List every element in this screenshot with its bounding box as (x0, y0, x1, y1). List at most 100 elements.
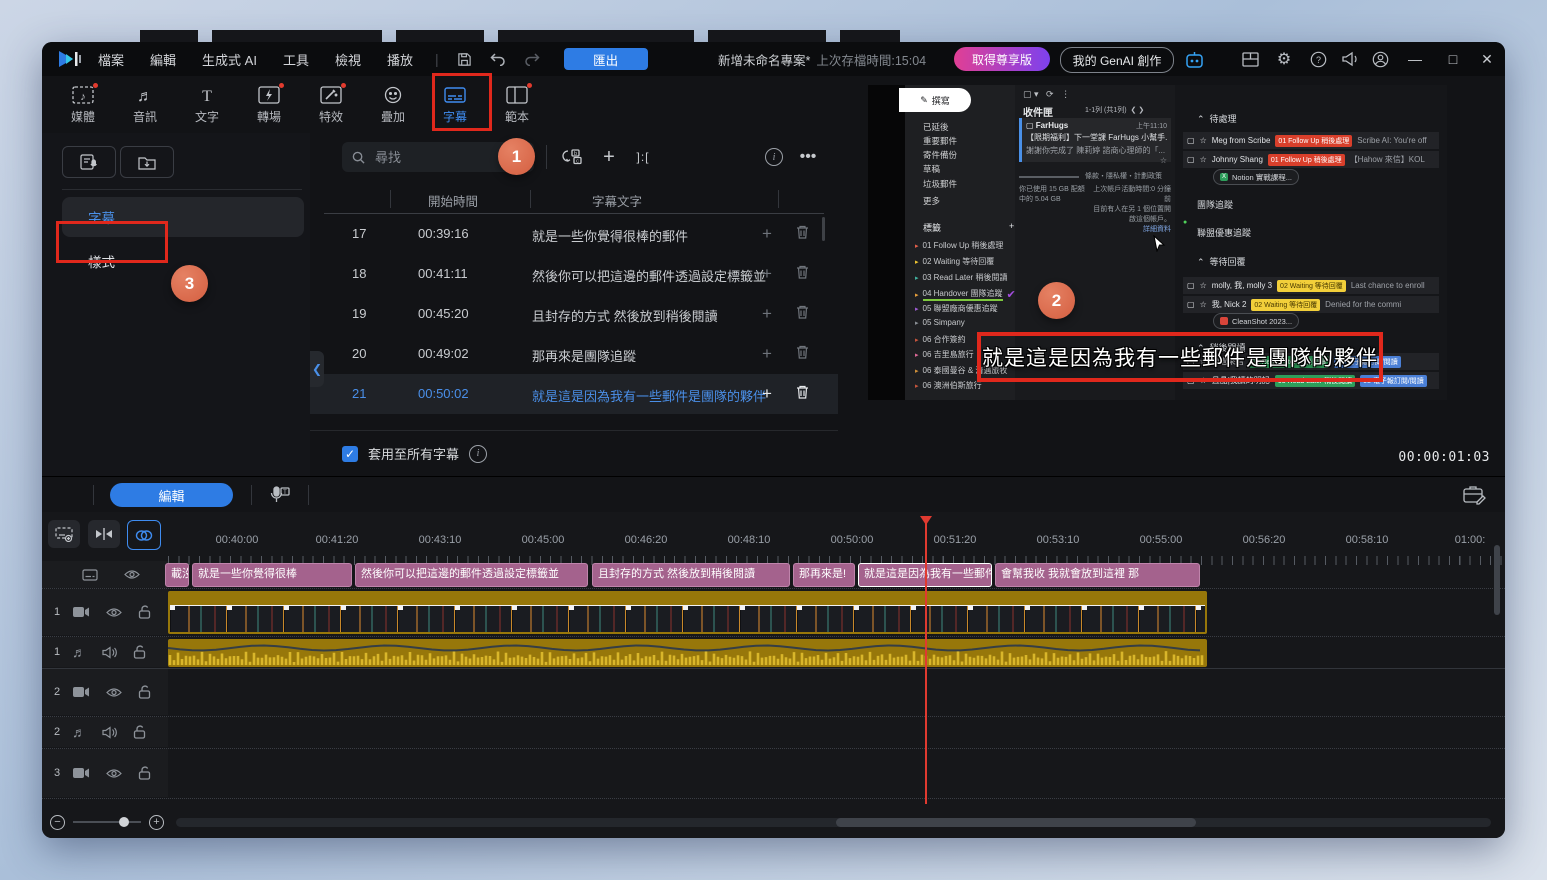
unlock-icon[interactable] (138, 605, 151, 619)
translate-convert-icon[interactable]: bc (558, 142, 586, 172)
subtitle-clip[interactable]: 且封存的方式 然後放到稍後閱讀 (592, 563, 790, 587)
add-row-icon[interactable]: + (762, 304, 772, 324)
project-status: 新增未命名專案* 上次存檔時間:15:04 (718, 42, 926, 76)
audio-clip[interactable] (168, 639, 1207, 667)
speech-to-text-button[interactable] (62, 146, 116, 178)
subtitle-clip[interactable]: 然後你可以把這邊的郵件透過設定標籤並 (355, 563, 588, 587)
tab-text[interactable]: T 文字 (176, 86, 238, 125)
menu-view[interactable]: 檢視 (335, 50, 361, 69)
step-badge-3: 3 (171, 265, 208, 302)
visibility-eye-icon[interactable] (106, 768, 122, 779)
save-icon[interactable] (457, 52, 472, 67)
time-ruler[interactable]: 00:40:00 00:41:20 00:43:10 00:45:00 00:4… (168, 520, 1505, 560)
subtitle-row-18[interactable]: 18 00:41:11 然後你可以把這邊的郵件透過設定標籤並 + (310, 254, 838, 294)
account-icon[interactable] (1370, 49, 1390, 69)
add-row-icon[interactable]: + (762, 344, 772, 364)
section-team: 團隊追蹤 (1197, 198, 1233, 211)
scrollbar-thumb[interactable] (836, 818, 1196, 827)
delete-row-icon[interactable] (796, 305, 809, 319)
trim-icon[interactable] (88, 520, 120, 548)
project-name: 新增未命名專案* (718, 50, 810, 69)
info-icon[interactable]: i (762, 142, 786, 172)
my-genai-button[interactable]: 我的 GenAI 創作 (1060, 47, 1174, 73)
add-row-icon[interactable]: + (762, 264, 772, 284)
timeline-horizontal-scrollbar[interactable] (176, 818, 1491, 827)
audio-track-2-header[interactable]: 2 ♬ (42, 717, 168, 747)
video-clip[interactable] (168, 591, 1207, 634)
zoom-slider-thumb[interactable] (119, 817, 129, 827)
visibility-eye-icon[interactable] (106, 607, 122, 618)
menu-file[interactable]: 檔案 (98, 50, 124, 69)
tab-effects[interactable]: 特效 (300, 86, 362, 125)
menu-edit[interactable]: 編輯 (150, 50, 176, 69)
subtitle-clip[interactable]: 載沒: (165, 563, 189, 587)
audio-track-1-header[interactable]: 1 ♬ (42, 637, 168, 667)
delete-row-icon[interactable] (796, 345, 809, 359)
video-track-1-header[interactable]: 1 (42, 589, 168, 635)
unlock-icon[interactable] (138, 685, 151, 699)
menu-genai[interactable]: 生成式 AI (202, 50, 257, 69)
speaker-icon[interactable] (102, 726, 118, 739)
link-clips-icon[interactable] (127, 520, 161, 550)
playhead[interactable] (925, 516, 927, 804)
help-icon[interactable]: ? (1308, 49, 1328, 69)
layout-icon[interactable] (1240, 49, 1260, 69)
zoom-in-button[interactable]: + (149, 815, 164, 830)
zoom-slider[interactable] (73, 821, 141, 823)
unlock-icon[interactable] (138, 766, 151, 780)
unlock-icon[interactable] (133, 645, 146, 659)
delete-row-icon[interactable] (796, 265, 809, 279)
tab-audio[interactable]: ♬ 音訊 (114, 86, 176, 125)
collapse-panel-handle[interactable]: ❮ (310, 351, 324, 387)
subtitle-track-header[interactable] (42, 561, 168, 588)
timeline-vertical-scrollbar[interactable] (1494, 545, 1500, 615)
tab-templates[interactable]: 範本 (486, 86, 548, 125)
settings-gear-icon[interactable]: ⚙ (1274, 49, 1294, 69)
more-options-icon[interactable]: ••• (794, 142, 822, 172)
subtitle-row-20[interactable]: 20 00:49:02 那再來是團隊追蹤 + (310, 334, 838, 374)
info-icon[interactable]: i (469, 445, 487, 463)
subtitle-row-17[interactable]: 17 00:39:16 就是一些你覺得很棒的郵件 + (310, 214, 838, 254)
tab-transition[interactable]: 轉場 (238, 86, 300, 125)
visibility-eye-icon[interactable] (124, 569, 140, 580)
svg-text:♪: ♪ (80, 91, 86, 103)
close-button[interactable]: ✕ (1472, 42, 1502, 76)
templates-icon (506, 86, 528, 104)
apply-all-checkbox[interactable]: ✓ (342, 446, 358, 462)
announcement-icon[interactable] (1340, 49, 1360, 69)
menu-tools[interactable]: 工具 (283, 50, 309, 69)
export-button[interactable]: 匯出 (564, 48, 648, 70)
video-track-3-header[interactable]: 3 (42, 749, 168, 797)
redo-icon[interactable] (524, 52, 540, 66)
subtitle-clip[interactable]: 就是一些你覺得很棒 (192, 563, 352, 587)
add-subtitle-icon[interactable]: + (596, 142, 622, 172)
subtitle-row-21-selected[interactable]: 21 00:50:02 就是這是因為我有一些郵件是團隊的夥伴 + (310, 374, 838, 414)
delete-row-icon[interactable] (796, 225, 809, 239)
gmail-count: 1-1列 (共1列) ❮ ❯ (1085, 105, 1144, 115)
batch-edit-toolbox-icon[interactable] (1463, 484, 1487, 505)
tab-overlay[interactable]: 疊加 (362, 86, 424, 125)
video-track-2-header[interactable]: 2 (42, 669, 168, 715)
edit-tab-button[interactable]: 編輯 (110, 483, 233, 507)
tab-media[interactable]: ♪ 媒體 (52, 86, 114, 125)
maximize-button[interactable]: □ (1438, 42, 1468, 76)
zoom-out-button[interactable]: − (50, 815, 65, 830)
speaker-icon[interactable] (102, 646, 118, 659)
add-row-icon[interactable]: + (762, 224, 772, 244)
merge-split-icon[interactable]: ]:[ (628, 142, 658, 172)
subtitle-clip[interactable]: 那再來是! (793, 563, 855, 587)
subtitle-clip[interactable]: 會幫我收 我就會放到這裡 那 (995, 563, 1200, 587)
get-premium-button[interactable]: 取得尊享版 (954, 47, 1050, 71)
delete-row-icon[interactable] (796, 385, 809, 399)
manage-tracks-icon[interactable] (48, 520, 80, 548)
import-subtitle-button[interactable] (120, 146, 174, 178)
visibility-eye-icon[interactable] (106, 687, 122, 698)
undo-icon[interactable] (490, 52, 506, 66)
voice-to-text-icon[interactable]: T (268, 485, 290, 505)
unlock-icon[interactable] (133, 725, 146, 739)
subtitle-row-19[interactable]: 19 00:45:20 且封存的方式 然後放到稍後閱讀 + (310, 294, 838, 334)
minimize-button[interactable]: — (1400, 42, 1430, 76)
ai-robot-icon[interactable] (1184, 49, 1204, 69)
add-row-icon[interactable]: + (762, 384, 772, 404)
menu-play[interactable]: 播放 (387, 50, 413, 69)
